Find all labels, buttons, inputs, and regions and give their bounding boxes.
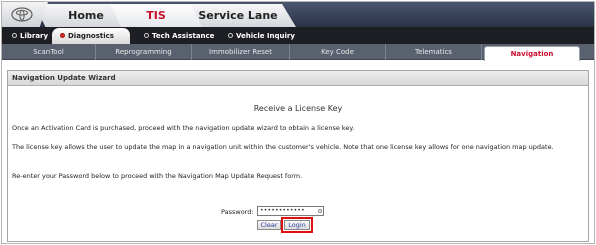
app-window: Home TIS Service Lane Library Diagnostic… — [1, 1, 595, 244]
autofill-icon[interactable] — [318, 209, 322, 213]
tab-diagnostics-label: Diagnostics — [68, 32, 114, 40]
license-info-paragraph: The license key allows the user to updat… — [12, 143, 554, 151]
menu-item-telematics[interactable]: Telematics — [386, 44, 482, 60]
radio-dot-icon — [12, 33, 17, 38]
radio-dot-icon — [60, 33, 65, 38]
tab-library[interactable]: Library — [4, 28, 48, 44]
menu-item-immobilizer-reset[interactable]: Immobilizer Reset — [192, 44, 290, 60]
diagnostics-menu: ScanTool Reprogramming Immobilizer Reset… — [2, 44, 594, 61]
password-label: Password: — [221, 208, 254, 216]
password-field[interactable]: •••••••••••• — [257, 206, 324, 216]
toyota-logo-icon — [11, 7, 33, 22]
menu-item-scantool[interactable]: ScanTool — [2, 44, 96, 60]
tab-diagnostics[interactable]: Diagnostics — [52, 28, 130, 44]
radio-dot-icon — [228, 33, 233, 38]
page-title: Receive a License Key — [253, 104, 343, 113]
top-header: Home TIS Service Lane — [2, 2, 594, 27]
section-nav: Library Diagnostics Tech Assistance Vehi… — [2, 27, 594, 44]
password-value: •••••••••••• — [260, 207, 305, 214]
brand-logo[interactable] — [2, 2, 48, 27]
tab-vehicle-inquiry[interactable]: Vehicle Inquiry — [220, 28, 308, 44]
tab-tech-assistance[interactable]: Tech Assistance — [136, 28, 216, 44]
login-button[interactable]: Login — [281, 217, 313, 233]
tab-tis[interactable]: TIS — [110, 4, 202, 27]
menu-item-reprogramming[interactable]: Reprogramming — [96, 44, 192, 60]
panel-header: Navigation Update Wizard — [8, 71, 588, 86]
navigation-update-panel: Navigation Update Wizard Receive a Licen… — [7, 70, 589, 242]
tab-library-label: Library — [20, 32, 49, 40]
menu-item-key-code[interactable]: Key Code — [290, 44, 386, 60]
tab-vehicle-inquiry-label: Vehicle Inquiry — [236, 32, 295, 40]
radio-dot-icon — [144, 33, 149, 38]
reenter-password-paragraph: Re-enter your Password below to proceed … — [12, 172, 303, 180]
instructions-paragraph: Once an Activation Card is purchased, pr… — [12, 124, 355, 132]
tab-tech-assistance-label: Tech Assistance — [152, 32, 215, 40]
menu-item-navigation[interactable]: Navigation — [484, 46, 580, 61]
clear-button[interactable]: Clear — [257, 220, 281, 230]
